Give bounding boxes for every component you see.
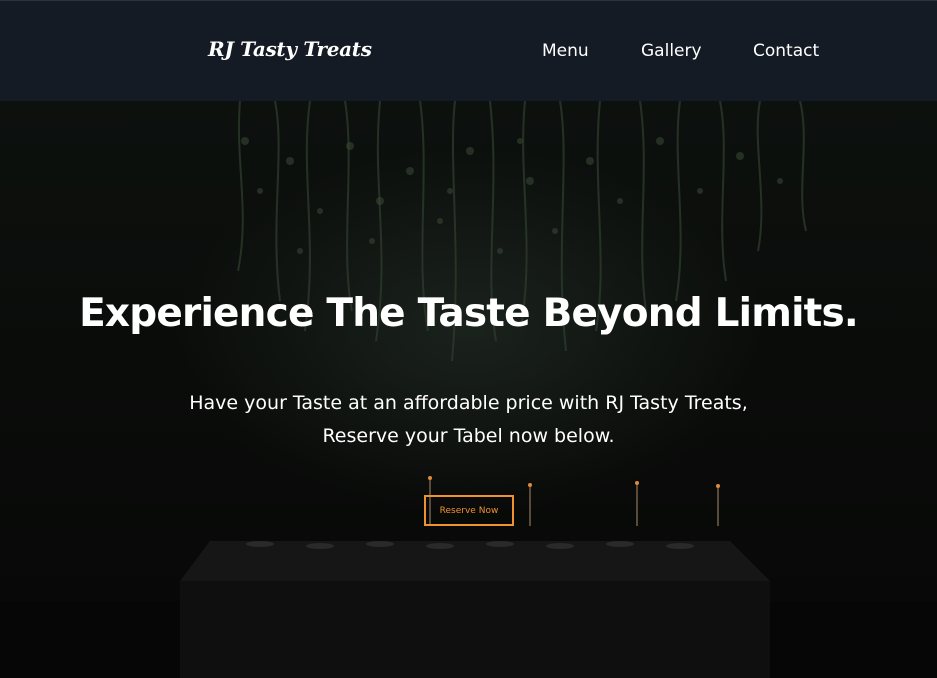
top-navbar: RJ Tasty Treats Menu Gallery Contact: [0, 0, 937, 101]
brand-logo[interactable]: RJ Tasty Treats: [208, 37, 372, 61]
nav-link-gallery[interactable]: Gallery: [641, 41, 702, 61]
nav-link-menu[interactable]: Menu: [542, 41, 589, 61]
hero-headline: Experience The Taste Beyond Limits.: [79, 291, 859, 336]
hero-subtitle-line2: Reserve your Tabel now below.: [322, 425, 615, 447]
hero-section: Experience The Taste Beyond Limits. Have…: [0, 101, 937, 678]
reserve-now-button[interactable]: Reserve Now: [424, 495, 514, 526]
hero-subtitle-line1: Have your Taste at an affordable price w…: [189, 392, 748, 414]
dining-table-background: [0, 476, 937, 678]
nav-link-contact[interactable]: Contact: [753, 41, 819, 61]
